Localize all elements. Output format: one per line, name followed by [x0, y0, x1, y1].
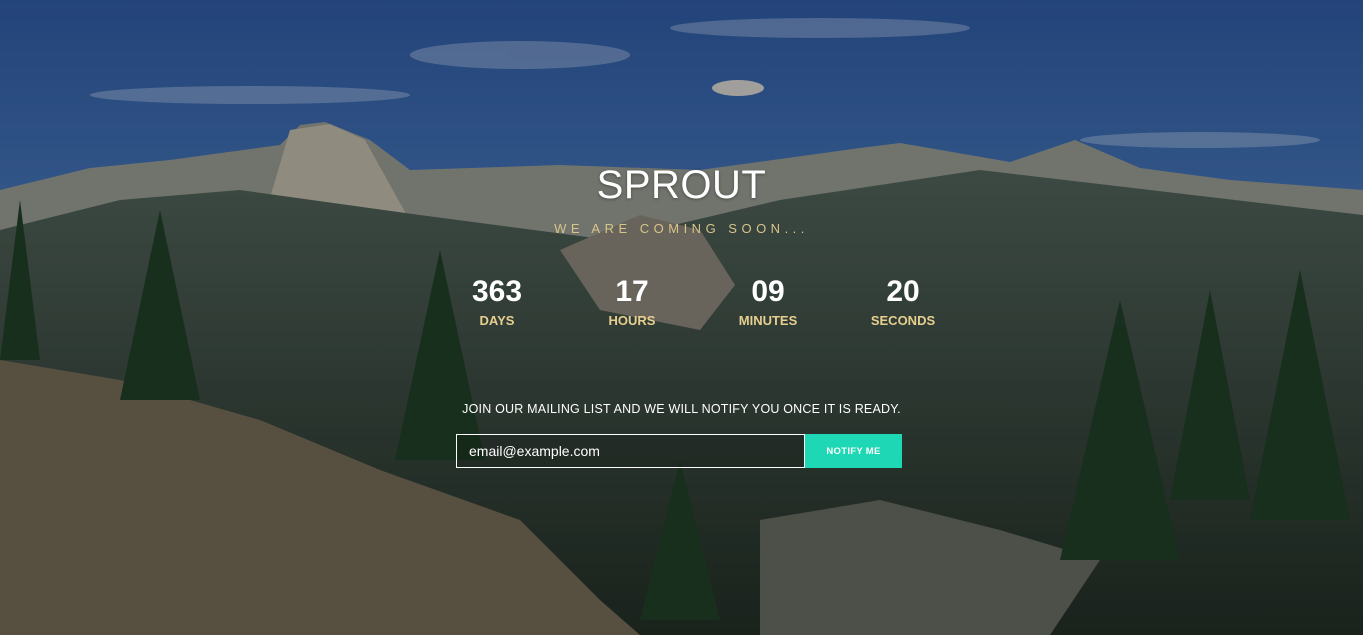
- hours-label: HOURS: [608, 313, 656, 328]
- hours-value: 17: [615, 275, 649, 308]
- countdown-seconds: 20 SECONDS: [843, 275, 963, 329]
- countdown-minutes: 09 MINUTES: [708, 275, 828, 329]
- notify-me-button[interactable]: NOTIFY ME: [805, 434, 902, 468]
- days-label: DAYS: [479, 313, 515, 328]
- minutes-label: MINUTES: [738, 313, 798, 328]
- coming-soon-tagline: WE ARE COMING SOON...: [554, 221, 809, 236]
- countdown-days: 363 DAYS: [437, 275, 557, 329]
- seconds-value: 20: [886, 275, 920, 308]
- countdown-hours: 17 HOURS: [572, 275, 692, 329]
- site-title: SPROUT: [596, 163, 767, 207]
- days-value: 363: [471, 275, 523, 308]
- coming-soon-hero: SPROUT WE ARE COMING SOON... 363 DAYS 17…: [0, 0, 1363, 635]
- minutes-value: 09: [751, 275, 785, 308]
- countdown-timer: 363 DAYS 17 HOURS 09 MINUTES 20 SECONDS: [0, 275, 1363, 335]
- mailing-list-text: JOIN OUR MAILING LIST AND WE WILL NOTIFY…: [462, 402, 901, 416]
- email-input[interactable]: [456, 434, 805, 468]
- seconds-label: SECONDS: [870, 313, 936, 328]
- subscribe-form: NOTIFY ME: [456, 434, 902, 468]
